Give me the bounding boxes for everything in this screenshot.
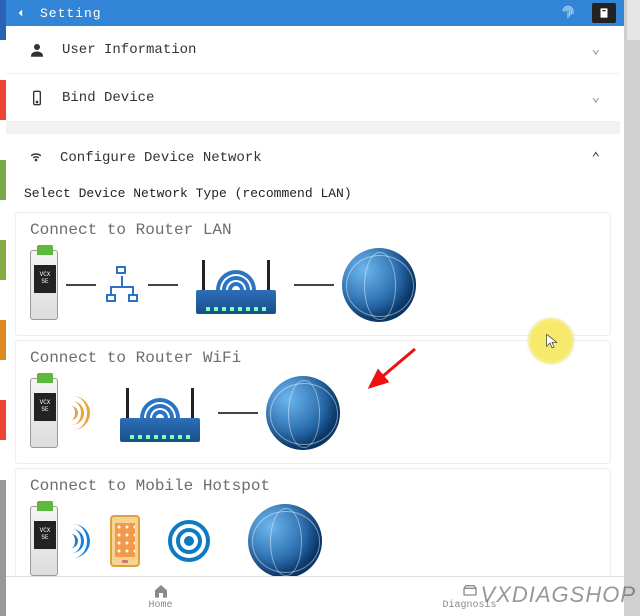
globe-icon: [266, 376, 340, 450]
nav-label: Home: [148, 600, 172, 611]
diagram-hotspot: VCXSE: [30, 501, 596, 581]
diagram-lan: VCXSE: [30, 245, 596, 325]
chevron-down-icon: ⌄: [592, 89, 600, 106]
hotspot-icon: [166, 518, 212, 564]
menu-bind-device[interactable]: Bind Device ⌄: [6, 74, 620, 122]
menu-label: Bind Device: [62, 90, 578, 106]
option-connect-lan[interactable]: Connect to Router LAN VCXSE: [16, 213, 610, 335]
content-scroll[interactable]: User Information ⌄ Bind Device ⌄ Configu…: [6, 26, 624, 616]
option-title: Connect to Router WiFi: [30, 349, 596, 367]
menu-configure-network[interactable]: Configure Device Network ⌃: [6, 134, 620, 182]
router-icon: [110, 378, 210, 448]
wifi-signal-icon: [66, 516, 102, 566]
section-subtitle: Select Device Network Type (recommend LA…: [6, 182, 620, 207]
wifi-signal-icon: [66, 388, 102, 438]
menu-label: User Information: [62, 42, 578, 58]
vcx-device-icon: VCXSE: [30, 378, 58, 448]
window-chrome-right: [626, 0, 640, 40]
option-title: Connect to Mobile Hotspot: [30, 477, 596, 495]
back-icon[interactable]: [14, 6, 28, 20]
vcx-device-icon: VCXSE: [30, 506, 58, 576]
app-window: Setting User Information ⌄ Bind Device ⌄: [6, 0, 624, 616]
section-title: Configure Device Network: [60, 150, 578, 166]
globe-icon: [342, 248, 416, 322]
vcx-device-icon: VCXSE: [30, 250, 58, 320]
header-action-icon[interactable]: [592, 3, 616, 23]
nav-diagnosis[interactable]: Diagnosis: [315, 577, 624, 616]
chevron-down-icon: ⌄: [592, 41, 600, 58]
router-icon: [186, 250, 286, 320]
wifi-icon: [26, 148, 46, 169]
bottom-nav: Home Diagnosis: [6, 576, 624, 616]
app-header: Setting: [6, 0, 624, 26]
fingerprint-icon[interactable]: [556, 3, 580, 23]
device-icon: [26, 89, 48, 107]
option-connect-hotspot[interactable]: Connect to Mobile Hotspot VCXSE: [16, 469, 610, 591]
globe-icon: [248, 504, 322, 578]
phone-icon: [110, 515, 140, 567]
lan-network-icon: [104, 260, 140, 310]
nav-home[interactable]: Home: [6, 577, 315, 616]
option-connect-wifi[interactable]: Connect to Router WiFi VCXSE: [16, 341, 610, 463]
diagram-wifi: VCXSE: [30, 373, 596, 453]
option-title: Connect to Router LAN: [30, 221, 596, 239]
cursor-highlight: [528, 318, 574, 364]
nav-label: Diagnosis: [442, 600, 496, 611]
chevron-up-icon: ⌃: [592, 150, 600, 167]
section-divider: [6, 122, 620, 134]
user-icon: [26, 41, 48, 59]
header-title: Setting: [40, 6, 102, 21]
menu-user-information[interactable]: User Information ⌄: [6, 26, 620, 74]
